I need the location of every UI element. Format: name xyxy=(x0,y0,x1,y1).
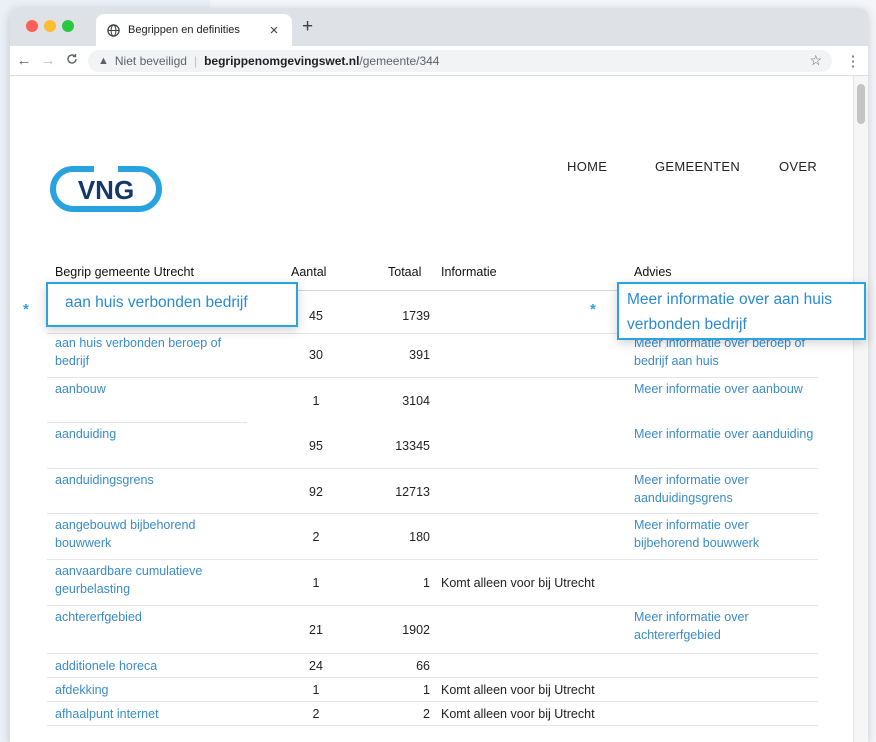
term-link[interactable]: aanduiding xyxy=(55,425,240,443)
aantal-value: 95 xyxy=(309,439,323,453)
header-totaal: Totaal xyxy=(388,265,422,279)
totaal-value: 180 xyxy=(409,530,430,544)
term-link[interactable]: aanbouw xyxy=(55,380,240,398)
term-link[interactable]: additionele horeca xyxy=(55,657,240,675)
callout-advies-text[interactable]: Meer informatie over aan huis verbonden … xyxy=(627,291,832,333)
totaal-value: 66 xyxy=(416,659,430,673)
table-row: achtererfgebied 21 1902 Meer informatie ove… xyxy=(10,606,868,654)
table-row: aanduidingsgrens 92 12713 Meer informatie o… xyxy=(10,469,868,514)
table-row: additionele horeca 24 66 xyxy=(10,654,868,678)
new-tab-button[interactable]: + xyxy=(302,17,313,37)
term-link[interactable]: afhaalpunt internet xyxy=(55,705,240,723)
aantal-value: 92 xyxy=(309,485,323,499)
aantal-value: 1 xyxy=(312,683,320,697)
nav-home[interactable]: HOME xyxy=(567,159,607,174)
aantal-value: 24 xyxy=(309,659,323,673)
forward-icon[interactable]: → xyxy=(38,52,58,69)
callout-marker-left: * xyxy=(23,301,29,318)
totaal-value: 13345 xyxy=(395,439,430,453)
callout-advies[interactable]: Meer informatie over aan huis verbonden … xyxy=(617,282,866,340)
advies-link[interactable]: Meer informatie over aanduidingsgrens xyxy=(634,471,814,507)
totaal-value: 12713 xyxy=(395,485,430,499)
nav-gemeenten[interactable]: GEMEENTEN xyxy=(655,159,740,174)
page-content: VNG HOME GEMEENTEN OVER Begrip gemeente … xyxy=(10,76,868,742)
totaal-value: 3104 xyxy=(402,394,430,408)
aantal-value: 2 xyxy=(312,530,320,544)
tab-title: Begrippen en definities xyxy=(128,24,240,36)
close-tab-icon[interactable]: × xyxy=(266,22,282,39)
globe-icon xyxy=(106,23,120,37)
minimize-window-button[interactable] xyxy=(44,20,56,32)
totaal-value: 1 xyxy=(423,576,430,590)
callout-term[interactable]: aan huis verbonden bedrijf xyxy=(46,282,298,327)
informatie-text: Komt alleen voor bij Utrecht xyxy=(441,683,595,697)
term-link[interactable]: aan huis verbonden beroep of bedrijf xyxy=(55,334,240,370)
totaal-value: 1739 xyxy=(402,309,430,323)
aantal-value: 30 xyxy=(309,348,323,362)
url-path: /gemeente/344 xyxy=(359,53,440,68)
term-link[interactable]: achtererfgebied xyxy=(55,608,240,626)
header-advies: Advies xyxy=(634,265,672,279)
callout-marker-right: * xyxy=(590,301,596,318)
informatie-text: Komt alleen voor bij Utrecht xyxy=(441,576,595,590)
table-row: aanbouw 1 3104 Meer informatie over aanbouw xyxy=(10,378,868,423)
advies-link[interactable]: Meer informatie over aanduiding xyxy=(634,425,814,443)
totaal-value: 1 xyxy=(423,683,430,697)
aantal-value: 45 xyxy=(309,309,323,323)
table-row: aangebouwd bijbehorend bouwwerk 2 180 Meer … xyxy=(10,514,868,560)
aantal-value: 21 xyxy=(309,623,323,637)
close-window-button[interactable] xyxy=(26,20,38,32)
advies-link[interactable]: Meer informatie over aanbouw xyxy=(634,380,814,398)
totaal-value: 2 xyxy=(423,707,430,721)
advies-link[interactable]: Meer informatie over achtererfgebied xyxy=(634,608,814,644)
bookmark-star-icon[interactable]: ☆ xyxy=(809,52,822,69)
table-row: afdekking 1 1 Komt alleen voor bij Utrecht xyxy=(10,678,868,702)
browser-window: Begrippen en definities × + ← → ▲ Niet b… xyxy=(10,8,868,742)
header-begrip: Begrip gemeente Utrecht xyxy=(55,265,194,279)
aantal-value: 1 xyxy=(312,576,320,590)
header-aantal: Aantal xyxy=(291,265,327,279)
aantal-value: 1 xyxy=(312,394,320,408)
advies-link[interactable]: Meer informatie over bijbehorend bouwwer… xyxy=(634,516,814,552)
informatie-text: Komt alleen voor bij Utrecht xyxy=(441,707,595,721)
nav-over[interactable]: OVER xyxy=(779,159,817,174)
header-informatie: Informatie xyxy=(441,265,497,279)
table-row: aanduiding 95 13345 Meer informatie over aa… xyxy=(10,423,868,469)
vng-logo[interactable]: VNG xyxy=(50,166,162,217)
reload-icon[interactable] xyxy=(62,52,82,69)
term-link[interactable]: afdekking xyxy=(55,681,240,699)
totaal-value: 391 xyxy=(409,348,430,362)
scrollbar-thumb[interactable] xyxy=(857,84,865,124)
maximize-window-button[interactable] xyxy=(62,20,74,32)
term-link[interactable]: aanvaardbare cumulatieve geurbelasting xyxy=(55,562,240,598)
address-bar[interactable]: ▲ Niet beveiligd | begrippenomgevingswet… xyxy=(88,49,832,72)
kebab-menu-icon[interactable]: ⋮ xyxy=(842,52,864,70)
browser-toolbar: ← → ▲ Niet beveiligd | begrippenomgeving… xyxy=(10,46,868,76)
back-icon[interactable]: ← xyxy=(14,52,34,69)
tab-bar: Begrippen en definities × + xyxy=(10,8,868,46)
callout-term-text[interactable]: aan huis verbonden bedrijf xyxy=(65,294,248,311)
logo-text: VNG xyxy=(78,175,134,205)
aantal-value: 2 xyxy=(312,707,320,721)
url-domain: begrippenomgevingswet.nl xyxy=(204,53,360,68)
table-row: aanvaardbare cumulatieve geurbelasting 1 1… xyxy=(10,560,868,606)
term-link[interactable]: aanduidingsgrens xyxy=(55,471,240,489)
warning-icon[interactable]: ▲ xyxy=(98,55,109,67)
browser-tab[interactable]: Begrippen en definities × xyxy=(96,14,292,46)
table-row: afhaalpunt internet 2 2 Komt alleen voor bi… xyxy=(10,702,868,726)
security-label: Niet beveiligd xyxy=(114,53,187,68)
row-divider xyxy=(47,725,818,726)
totaal-value: 1902 xyxy=(402,623,430,637)
divider: | xyxy=(193,53,198,68)
term-link[interactable]: aangebouwd bijbehorend bouwwerk xyxy=(55,516,240,552)
